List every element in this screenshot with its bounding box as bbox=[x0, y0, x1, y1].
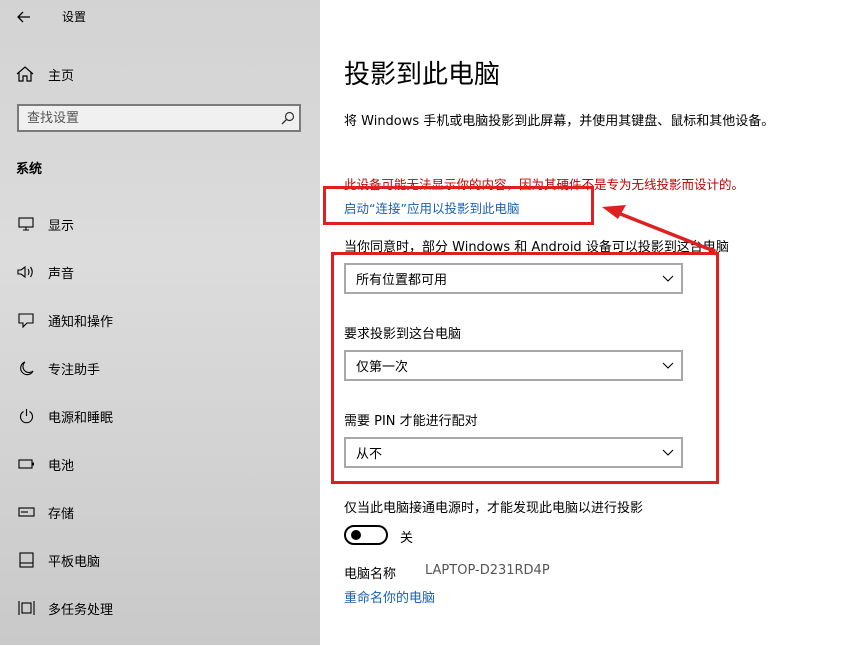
sidebar-item-notifications[interactable]: 通知和操作 bbox=[0, 302, 320, 338]
home-icon bbox=[16, 66, 36, 82]
sidebar-item-storage[interactable]: 存储 bbox=[0, 494, 320, 530]
back-arrow-icon bbox=[17, 11, 30, 23]
search-icon[interactable] bbox=[277, 111, 299, 125]
sidebar-item-label: 存储 bbox=[48, 506, 75, 522]
sidebar-item-label: 电源和睡眠 bbox=[48, 410, 114, 426]
home-label: 主页 bbox=[48, 68, 75, 84]
description: 将 Windows 手机或电脑投影到此屏幕，并使用其键盘、鼠标和其他设备。 bbox=[344, 114, 775, 129]
sidebar: 设置 主页 系统 显示 声音 通知和操作 专注助手 bbox=[0, 0, 320, 645]
section-title: 系统 bbox=[16, 162, 43, 177]
notification-icon bbox=[16, 312, 36, 328]
sidebar-item-battery[interactable]: 电池 bbox=[0, 446, 320, 482]
power-only-toggle[interactable] bbox=[344, 525, 388, 545]
storage-icon bbox=[16, 507, 36, 517]
sidebar-item-focus-assist[interactable]: 专注助手 bbox=[0, 350, 320, 386]
sidebar-item-power-sleep[interactable]: 电源和睡眠 bbox=[0, 398, 320, 434]
search-input[interactable] bbox=[19, 109, 277, 127]
sidebar-item-label: 平板电脑 bbox=[48, 554, 101, 570]
back-button[interactable] bbox=[10, 4, 38, 30]
sidebar-item-label: 多任务处理 bbox=[48, 602, 114, 618]
sidebar-item-label: 专注助手 bbox=[48, 362, 101, 378]
annotation-highlight-dropdowns bbox=[331, 252, 719, 484]
tablet-icon bbox=[16, 552, 36, 568]
monitor-icon bbox=[16, 217, 36, 231]
pc-name-value: LAPTOP-D231RD4P bbox=[425, 563, 550, 578]
power-icon bbox=[16, 408, 36, 424]
sidebar-item-home[interactable]: 主页 bbox=[0, 58, 320, 90]
sidebar-item-label: 通知和操作 bbox=[48, 314, 114, 330]
toggle-state-label: 关 bbox=[400, 531, 414, 546]
multitask-icon bbox=[16, 600, 36, 616]
rename-pc-link[interactable]: 重命名你的电脑 bbox=[344, 587, 435, 606]
battery-icon bbox=[16, 459, 36, 469]
sidebar-item-sound[interactable]: 声音 bbox=[0, 254, 320, 290]
sidebar-item-label: 电池 bbox=[48, 458, 75, 474]
search-box[interactable] bbox=[17, 104, 301, 132]
app-title: 设置 bbox=[62, 10, 87, 24]
pc-name-label: 电脑名称 bbox=[344, 567, 397, 582]
power-only-label: 仅当此电脑接通电源时，才能发现此电脑以进行投影 bbox=[344, 501, 644, 516]
page-title: 投影到此电脑 bbox=[344, 60, 501, 90]
sidebar-item-label: 显示 bbox=[48, 218, 75, 234]
sidebar-item-label: 声音 bbox=[48, 266, 75, 282]
sidebar-item-display[interactable]: 显示 bbox=[0, 206, 320, 242]
sidebar-item-multitasking[interactable]: 多任务处理 bbox=[0, 590, 320, 626]
speaker-icon bbox=[16, 265, 36, 279]
annotation-highlight-link bbox=[323, 186, 594, 225]
moon-icon bbox=[16, 360, 36, 376]
sidebar-item-tablet[interactable]: 平板电脑 bbox=[0, 542, 320, 578]
toggle-knob bbox=[351, 530, 361, 540]
